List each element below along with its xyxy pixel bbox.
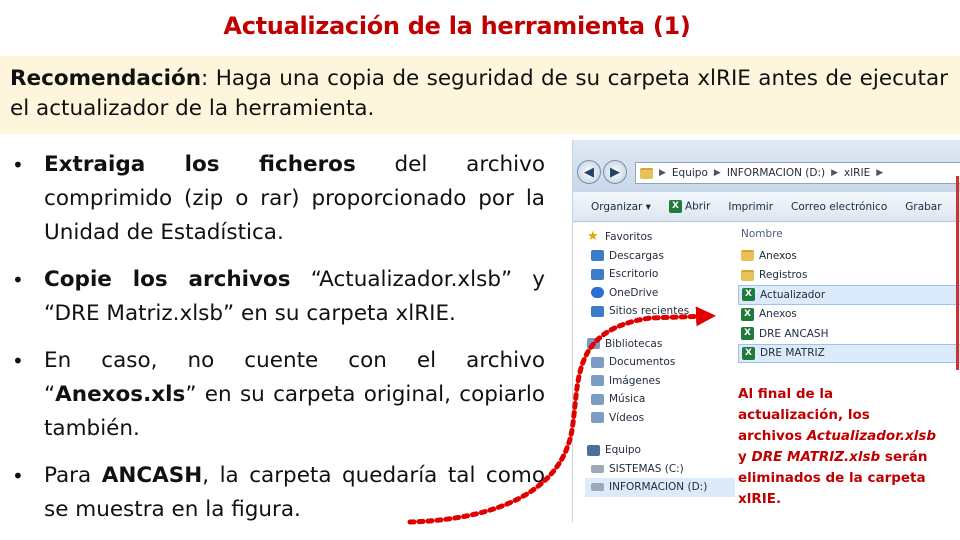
dotted-arrow [407, 306, 716, 525]
arrow-overlay [407, 306, 716, 525]
